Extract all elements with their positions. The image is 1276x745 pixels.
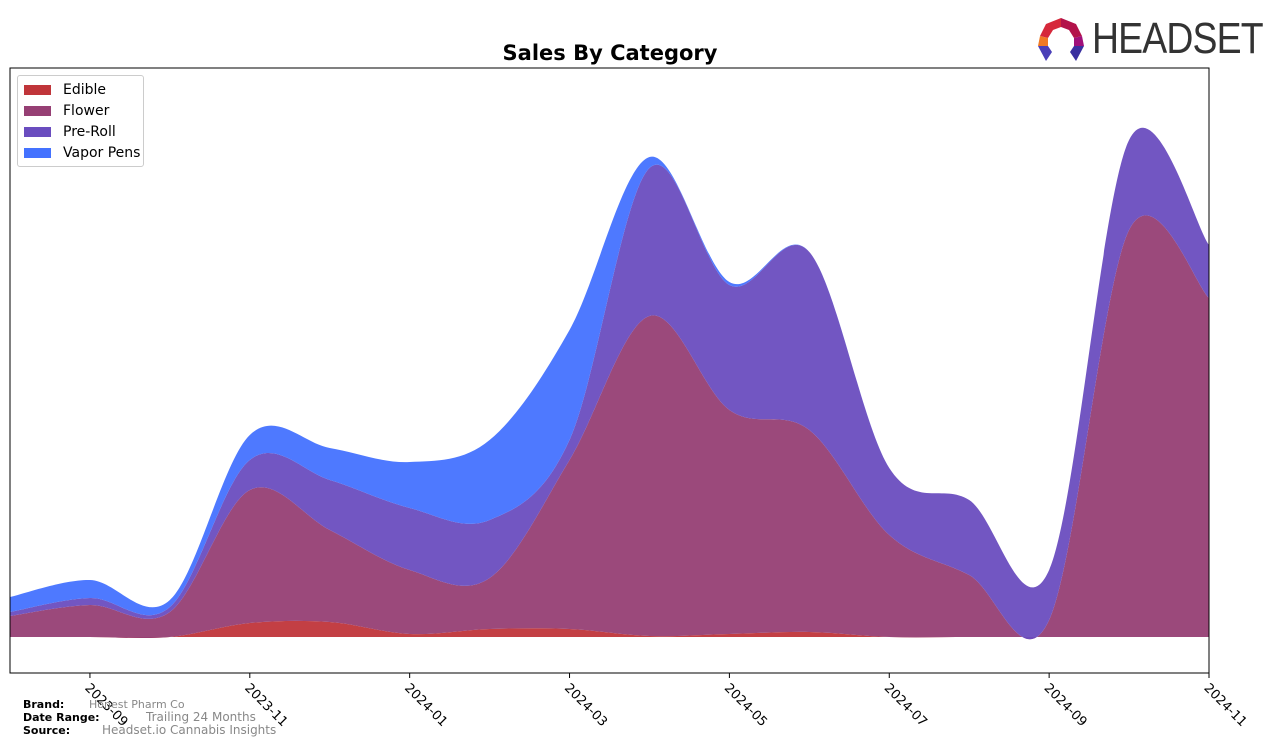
legend: Edible Flower Pre-Roll Vapor Pens [17,75,144,167]
source-value: Headset.io Cannabis Insights [102,723,277,737]
legend-swatch [24,147,51,158]
legend-item-vapor-pens: Vapor Pens [18,142,143,163]
legend-label: Flower [63,102,110,119]
legend-item-pre-roll: Pre-Roll [18,121,143,142]
source-label: Source: [23,724,71,737]
x-tick-label: 2024-11 [1201,681,1250,730]
legend-swatch [24,126,51,137]
footer-range: Date Range: Trailing 24 Months [23,710,256,724]
x-tick-label: 2024-05 [721,681,770,730]
legend-swatch [24,105,51,116]
headset-logo-icon [1038,18,1084,61]
headset-logo: HEADSET [1036,14,1276,64]
legend-label: Edible [63,81,107,98]
x-tick-label: 2024-03 [561,681,610,730]
footer-source: Source: Headset.io Cannabis Insights [23,723,276,737]
sales-by-category-chart: Sales By Category 2023-09 2023-11 2024-01 2… [9,41,1250,730]
legend-item-flower: Flower [18,100,143,121]
range-value: Trailing 24 Months [146,710,256,724]
legend-swatch [24,84,51,95]
x-tick-label: 2024-07 [881,681,930,730]
legend-label: Vapor Pens [63,144,141,161]
legend-label: Pre-Roll [63,123,116,140]
x-tick-label: 2024-09 [1041,681,1090,730]
chart-title: Sales By Category [503,41,718,65]
x-tick-label: 2024-01 [401,681,450,730]
legend-item-edible: Edible [18,79,143,100]
logo-text: HEADSET [1092,14,1264,63]
